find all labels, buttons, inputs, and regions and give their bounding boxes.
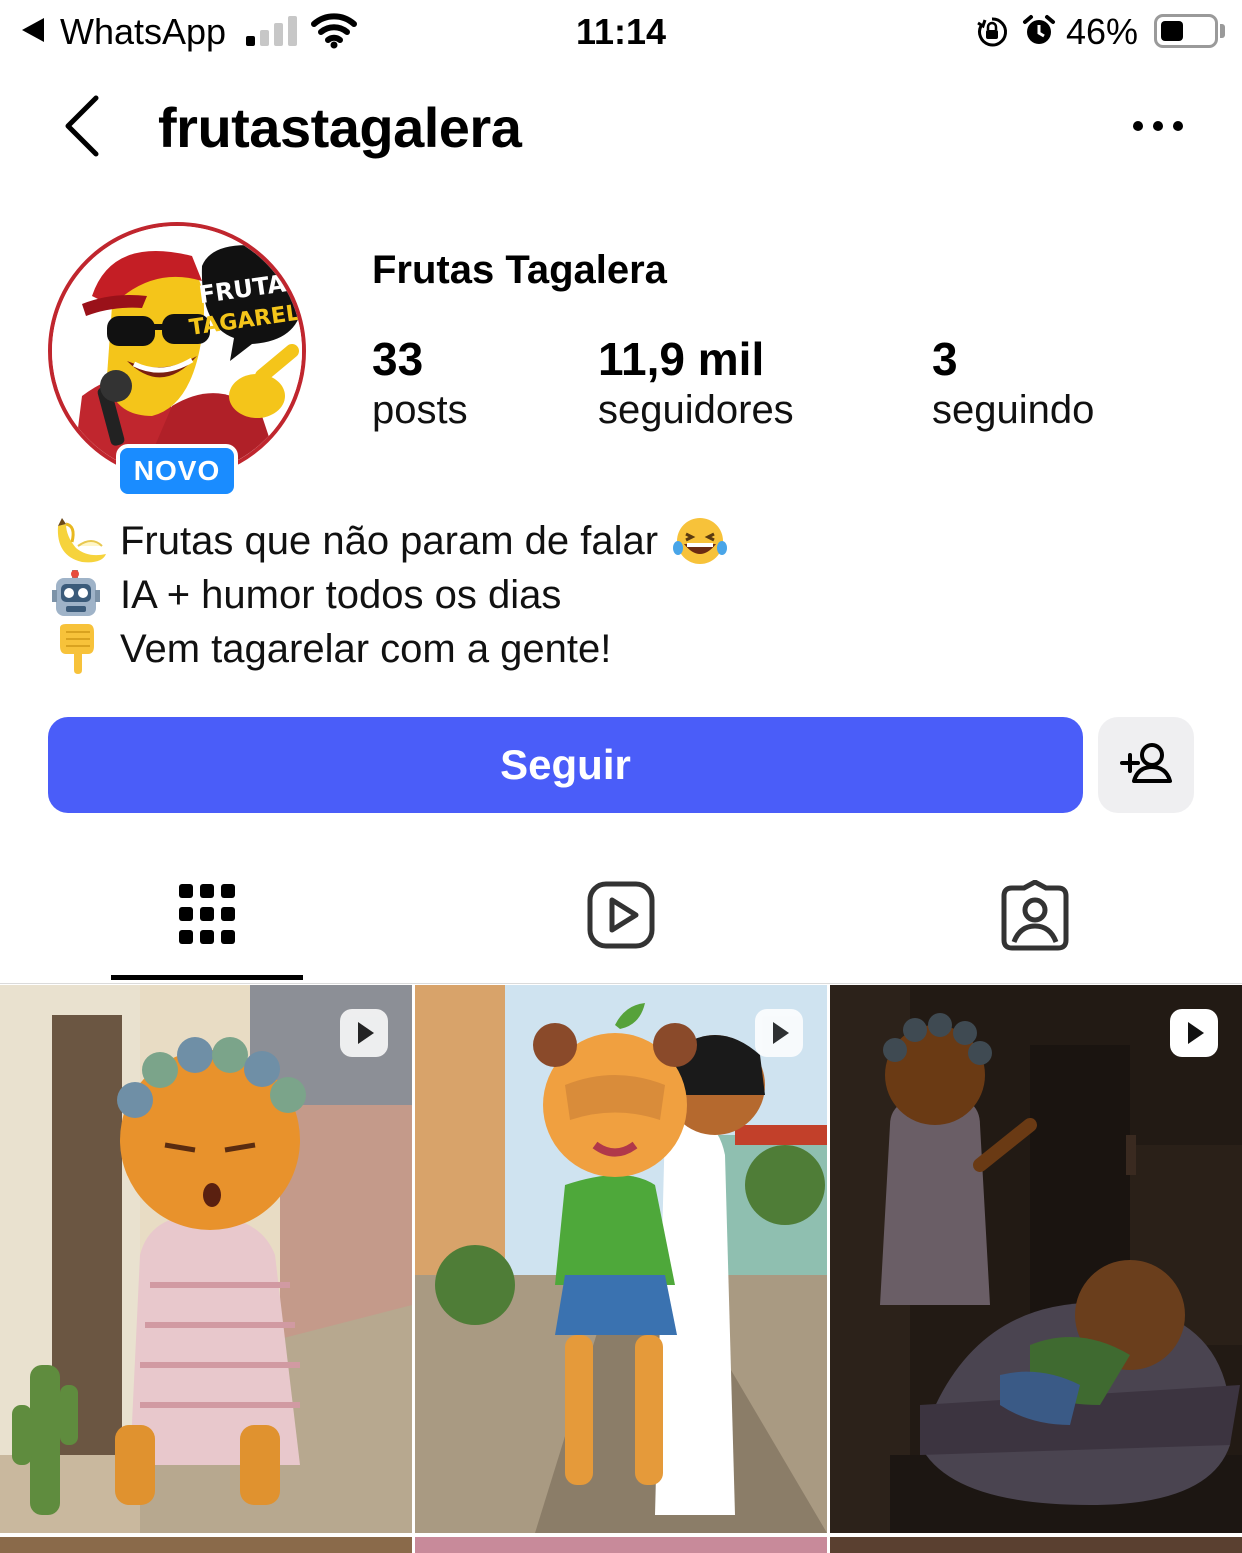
robot-emoji-icon [52, 570, 100, 616]
selected-tab-indicator [111, 975, 303, 980]
back-arrow-icon[interactable] [56, 94, 112, 158]
status-bar: WhatsApp 11:14 46% [0, 0, 1242, 66]
bio-line: IA + humor todos os dias [52, 568, 728, 622]
suggested-accounts-button[interactable] [1098, 717, 1194, 813]
laughing-emoji-icon [673, 518, 728, 564]
reel-play-icon [755, 1009, 803, 1057]
posts-count: 33 [372, 333, 424, 385]
followers-stat[interactable]: 11,9 mil seguidores [598, 332, 794, 434]
more-options-icon[interactable] [1126, 110, 1190, 142]
tab-posts[interactable] [0, 852, 414, 982]
bio-line: Vem tagarelar com a gente! [52, 622, 728, 676]
followers-count: 11,9 mil [598, 333, 765, 385]
battery-percentage: 46% [1066, 11, 1139, 52]
tab-reels[interactable] [414, 852, 828, 982]
grid-icon [179, 884, 235, 944]
alarm-icon [1023, 15, 1055, 44]
following-stat[interactable]: 3 seguindo [932, 332, 1094, 434]
post-thumbnail [830, 985, 1242, 1533]
profile-tabs [0, 852, 1242, 984]
profile-avatar[interactable]: FRUTAS TAGARELA [48, 222, 306, 480]
reel-play-icon [1170, 1009, 1218, 1057]
orientation-lock-icon [977, 17, 1008, 47]
grid-post-partial[interactable] [415, 1537, 827, 1553]
post-thumbnail [415, 985, 827, 1533]
grid-post[interactable] [0, 985, 412, 1533]
banana-mascot-icon: FRUTAS TAGARELA [52, 226, 302, 476]
grid-post-partial[interactable] [0, 1537, 412, 1553]
grid-post[interactable] [415, 985, 827, 1533]
following-count: 3 [932, 333, 958, 385]
profile-bio: Frutas que não param de falar IA + humor… [52, 514, 728, 676]
reel-play-icon [340, 1009, 388, 1057]
profile-username: frutastagalera [158, 96, 522, 159]
grid-post[interactable] [830, 985, 1242, 1533]
profile-header: frutastagalera [0, 80, 1242, 176]
add-user-icon [1120, 743, 1172, 783]
grid-post-partial[interactable] [830, 1537, 1242, 1553]
banana-emoji-icon [57, 518, 106, 563]
new-badge: NOVO [116, 444, 238, 498]
posts-label: posts [372, 388, 468, 432]
tagged-icon [1001, 880, 1069, 951]
bio-text: Vem tagarelar com a gente! [120, 627, 612, 671]
followers-label: seguidores [598, 388, 794, 432]
pointing-down-emoji-icon [60, 624, 94, 674]
post-thumbnail [0, 985, 412, 1533]
bio-line: Frutas que não param de falar [52, 514, 728, 568]
tab-tagged[interactable] [828, 852, 1242, 982]
following-label: seguindo [932, 388, 1095, 432]
reels-icon [587, 881, 655, 949]
posts-grid [0, 985, 1242, 1553]
battery-cap [1220, 24, 1225, 38]
profile-display-name: Frutas Tagalera [372, 248, 667, 292]
posts-stat[interactable]: 33 posts [372, 332, 468, 434]
bio-text: IA + humor todos os dias [120, 573, 562, 617]
battery-icon [1154, 14, 1218, 48]
bio-text: Frutas que não param de falar [120, 519, 659, 563]
follow-button[interactable]: Seguir [48, 717, 1083, 813]
